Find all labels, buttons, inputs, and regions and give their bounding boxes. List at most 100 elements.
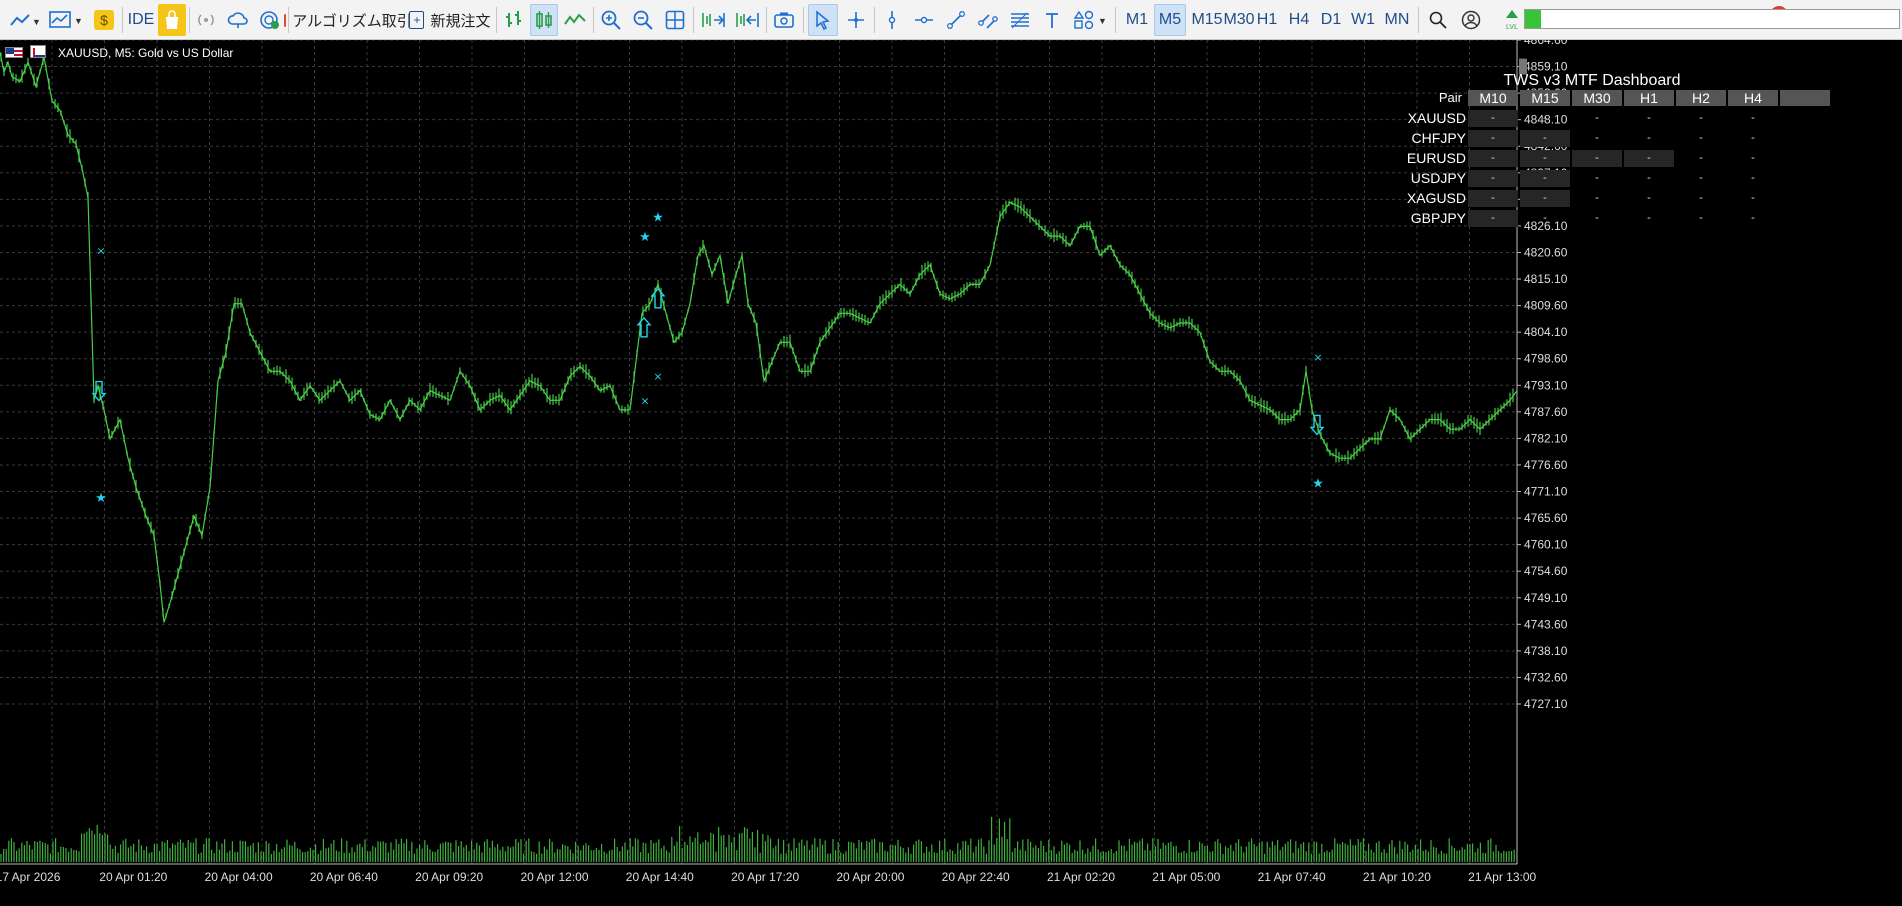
toolbar-separator (766, 7, 767, 33)
toolbar-separator (693, 7, 694, 33)
time-tick-label: 21 Apr 07:40 (1258, 870, 1326, 884)
cloud-icon[interactable] (224, 4, 252, 36)
chart-shift-icon[interactable] (731, 4, 763, 36)
time-tick-label: 21 Apr 02:20 (1047, 870, 1115, 884)
cursor-icon[interactable] (808, 4, 838, 36)
svg-text:▼: ▼ (74, 16, 83, 26)
dashboard-cell: - (1751, 132, 1755, 144)
signals-icon[interactable] (192, 4, 220, 36)
fibonacci-icon[interactable] (1006, 4, 1034, 36)
dashboard-cell: - (1699, 132, 1703, 144)
tf-m30-label: M30 (1223, 11, 1255, 28)
time-tick-label: 20 Apr 22:40 (942, 870, 1010, 884)
zoom-out-icon[interactable] (629, 4, 657, 36)
tf-w1[interactable]: W1 (1348, 4, 1378, 36)
zoom-in-icon[interactable] (597, 4, 625, 36)
tf-m15-label: M15 (1191, 11, 1223, 28)
dashboard-cell: - (1647, 192, 1651, 204)
dashboard-cell (1780, 150, 1830, 167)
tf-d1[interactable]: D1 (1316, 4, 1346, 36)
candlestick-icon[interactable] (530, 4, 558, 36)
dashboard-cell: - (1595, 192, 1599, 204)
shapes-icon[interactable]: ▼ (1070, 4, 1110, 36)
tf-m1[interactable]: M1 (1122, 4, 1152, 36)
level-icon[interactable]: LVL (1500, 4, 1524, 36)
tf-h4[interactable]: H4 (1284, 4, 1314, 36)
price-tick-label: 4798.60 (1524, 352, 1568, 366)
dashboard-pair-label: USDJPY (1410, 170, 1466, 186)
channel-icon[interactable] (974, 4, 1002, 36)
dashboard-cell: - (1647, 112, 1651, 124)
tf-m5[interactable]: M5 (1154, 4, 1186, 36)
dashboard-cell: - (1595, 172, 1599, 184)
dollar-icon[interactable]: $ (90, 4, 118, 36)
dashboard-col-header: H4 (1728, 90, 1778, 106)
price-tick-label: 4765.60 (1524, 511, 1568, 525)
dashboard-cell: - (1699, 192, 1703, 204)
crosshair-icon[interactable] (842, 4, 870, 36)
ide-label: IDE (127, 11, 155, 28)
tf-h4-label: H4 (1288, 11, 1310, 28)
algo-trading-icon (284, 13, 287, 27)
dashboard-cell: - (1520, 170, 1570, 187)
tf-w1-label: W1 (1351, 11, 1375, 28)
dashboard-cell: - (1595, 132, 1599, 144)
line-chart-icon[interactable]: ▼ (4, 4, 44, 36)
vps-icon[interactable] (256, 4, 284, 36)
account-icon[interactable] (1456, 4, 1486, 36)
signal-cross-icon: × (1313, 351, 1322, 364)
tf-h1-label: H1 (1256, 11, 1278, 28)
dashboard-cell: - (1468, 210, 1518, 227)
dashboard-cell (1780, 210, 1830, 227)
dashboard-cell: - (1647, 172, 1651, 184)
dashboard-col-header: M10 (1468, 90, 1518, 106)
tile-windows-icon[interactable] (661, 4, 689, 36)
trendline-icon[interactable] (942, 4, 970, 36)
line-mode-icon[interactable] (561, 4, 589, 36)
price-tick-label: 4787.60 (1524, 405, 1568, 419)
price-tick-label: 4743.60 (1524, 617, 1568, 631)
toolbar-separator (288, 7, 289, 33)
vertical-line-icon[interactable] (878, 4, 906, 36)
indicators-icon[interactable]: ▼ (46, 4, 86, 36)
time-tick-label: 20 Apr 06:40 (310, 870, 378, 884)
tf-mn[interactable]: MN (1380, 4, 1414, 36)
dashboard-cell: - (1699, 172, 1703, 184)
dashboard-cell: - (1751, 172, 1755, 184)
dashboard-col-header: M30 (1572, 90, 1622, 106)
autoscroll-icon[interactable] (697, 4, 729, 36)
price-tick-label: 4771.10 (1524, 485, 1568, 499)
dashboard-cell: - (1699, 112, 1703, 124)
tf-m5-label: M5 (1158, 11, 1182, 28)
ide-icon[interactable]: IDE (126, 4, 156, 36)
search-icon[interactable] (1424, 4, 1452, 36)
dashboard-cell: - (1468, 110, 1518, 127)
tf-h1[interactable]: H1 (1252, 4, 1282, 36)
algo-trading-button[interactable]: アルゴリズム取引 (284, 4, 412, 36)
price-tick-label: 4732.60 (1524, 670, 1568, 684)
time-tick-label: 20 Apr 09:20 (415, 870, 483, 884)
market-bag-icon[interactable] (158, 4, 186, 36)
dashboard-pair-label: XAGUSD (1406, 190, 1466, 206)
time-tick-label: 20 Apr 12:00 (520, 870, 588, 884)
dashboard-cell: - (1751, 152, 1755, 164)
time-tick-label: 17 Apr 2026 (0, 870, 61, 884)
text-icon[interactable] (1038, 4, 1066, 36)
svg-text:▼: ▼ (32, 17, 39, 27)
price-tick-label: 4782.10 (1524, 431, 1568, 445)
time-tick-label: 21 Apr 10:20 (1363, 870, 1431, 884)
dashboard-cell: - (1520, 190, 1570, 207)
dashboard-cell (1780, 190, 1830, 207)
time-tick-label: 20 Apr 14:40 (626, 870, 694, 884)
dashboard-cell (1780, 110, 1830, 127)
dashboard-pair-label: EURUSD (1406, 150, 1466, 166)
new-order-icon: + (409, 11, 425, 29)
horizontal-line-icon[interactable] (910, 4, 938, 36)
dashboard-col-header: M15 (1520, 90, 1570, 106)
screenshot-icon[interactable] (770, 4, 798, 36)
dashboard-cell: - (1647, 132, 1651, 144)
price-chart[interactable]: 4864.604859.104853.604848.104842.604837.… (0, 40, 1902, 906)
new-order-button[interactable]: + 新規注文 (408, 4, 492, 36)
bar-chart-icon[interactable] (500, 4, 528, 36)
dashboard-cell: - (1699, 212, 1703, 224)
